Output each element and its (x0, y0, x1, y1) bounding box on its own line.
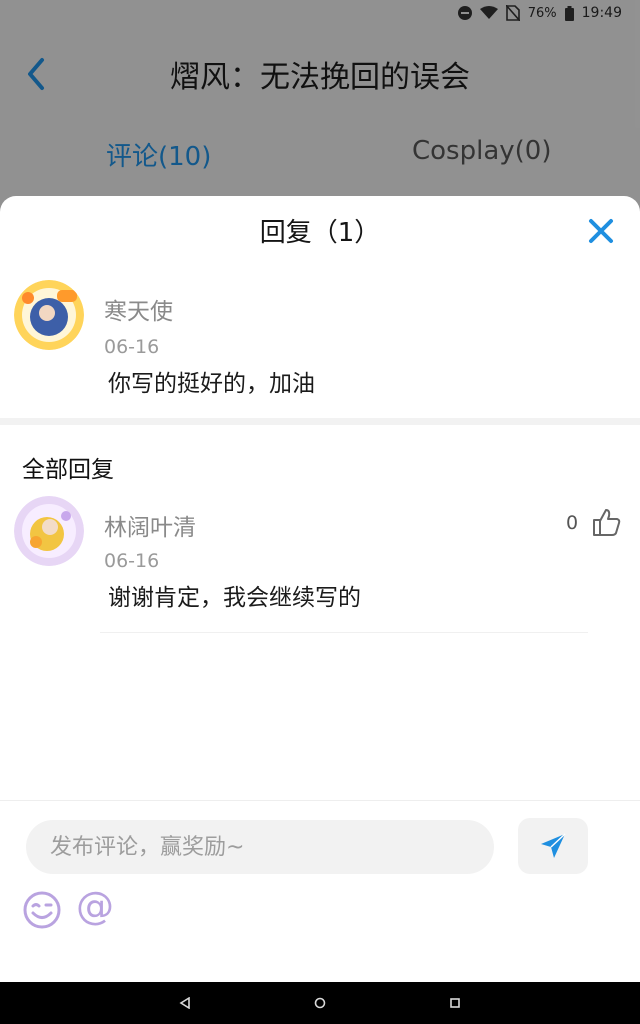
close-icon[interactable] (584, 214, 618, 248)
reply-sheet: 回复（1） 寒天使 06-16 你写的挺好的，加油 全部回复 林阔叶清 06-1… (0, 196, 640, 982)
row-divider (100, 632, 588, 633)
comment-text: 你写的挺好的，加油 (108, 371, 315, 397)
system-nav-bar (0, 982, 640, 1024)
comment-date: 06-16 (104, 336, 160, 358)
reply-date: 06-16 (104, 550, 160, 572)
section-divider (0, 418, 640, 425)
mention-button[interactable]: @ (76, 884, 114, 928)
nav-back-icon[interactable] (172, 990, 198, 1016)
comment-input[interactable] (26, 820, 494, 874)
replier-name[interactable]: 林阔叶清 (104, 508, 196, 542)
all-replies-heading: 全部回复 (22, 457, 114, 483)
sheet-title: 回复（1） (259, 218, 381, 248)
like-count: 0 (566, 512, 579, 534)
thumbs-up-icon[interactable] (590, 506, 622, 538)
composer-divider (0, 800, 640, 801)
reply-text: 谢谢肯定，我会继续写的 (108, 585, 361, 611)
emoji-icon[interactable] (22, 890, 62, 930)
avatar[interactable] (14, 280, 84, 350)
avatar[interactable] (14, 496, 84, 566)
send-icon (541, 833, 566, 858)
commenter-name[interactable]: 寒天使 (104, 292, 173, 326)
nav-home-icon[interactable] (307, 990, 333, 1016)
nav-recents-icon[interactable] (442, 990, 468, 1016)
send-button[interactable] (518, 818, 588, 874)
